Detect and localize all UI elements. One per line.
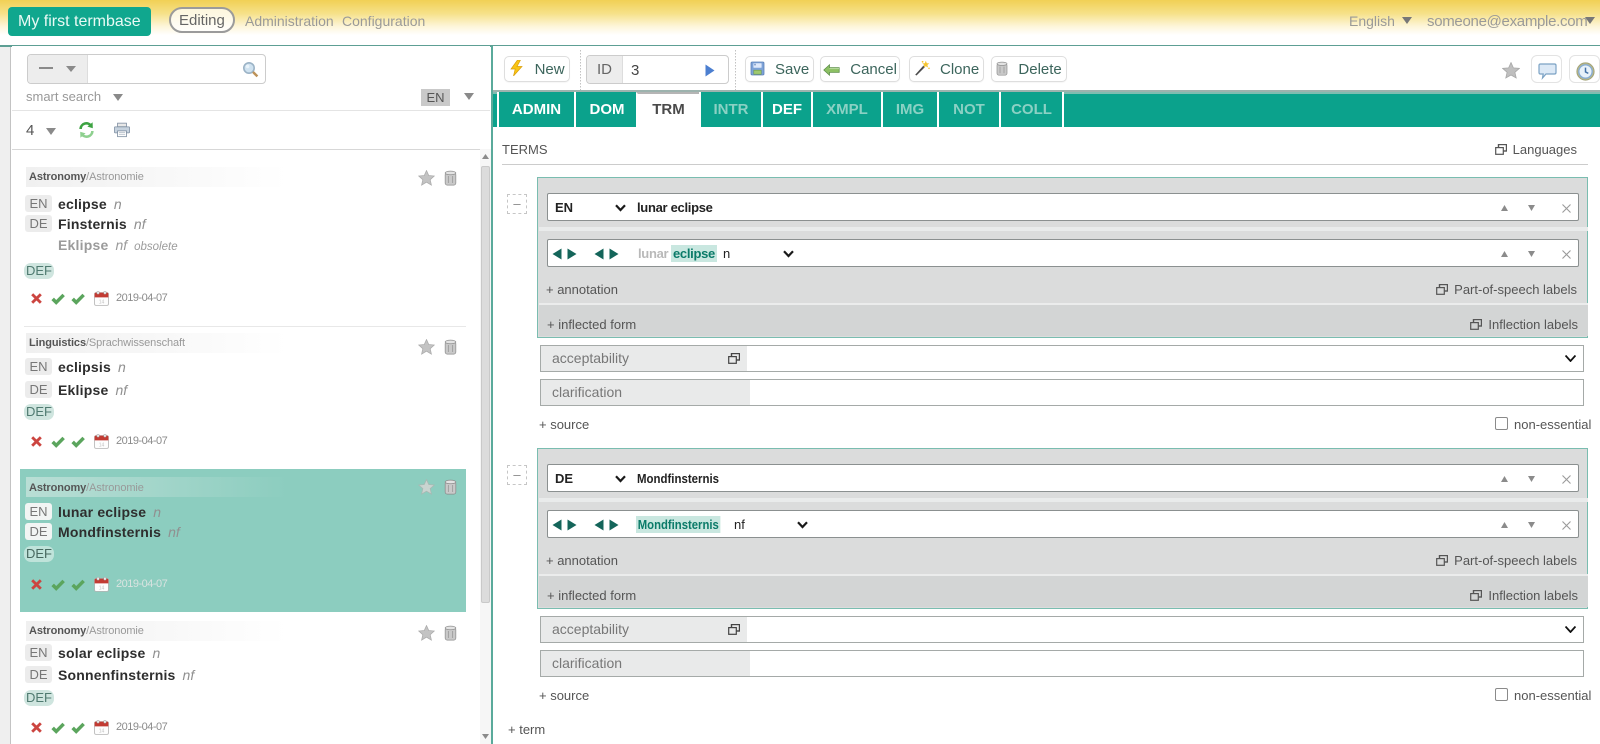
svg-text:14: 14 <box>99 442 105 448</box>
svg-text:14: 14 <box>99 299 105 305</box>
svg-text:14: 14 <box>99 728 105 734</box>
svg-text:14: 14 <box>99 585 105 591</box>
